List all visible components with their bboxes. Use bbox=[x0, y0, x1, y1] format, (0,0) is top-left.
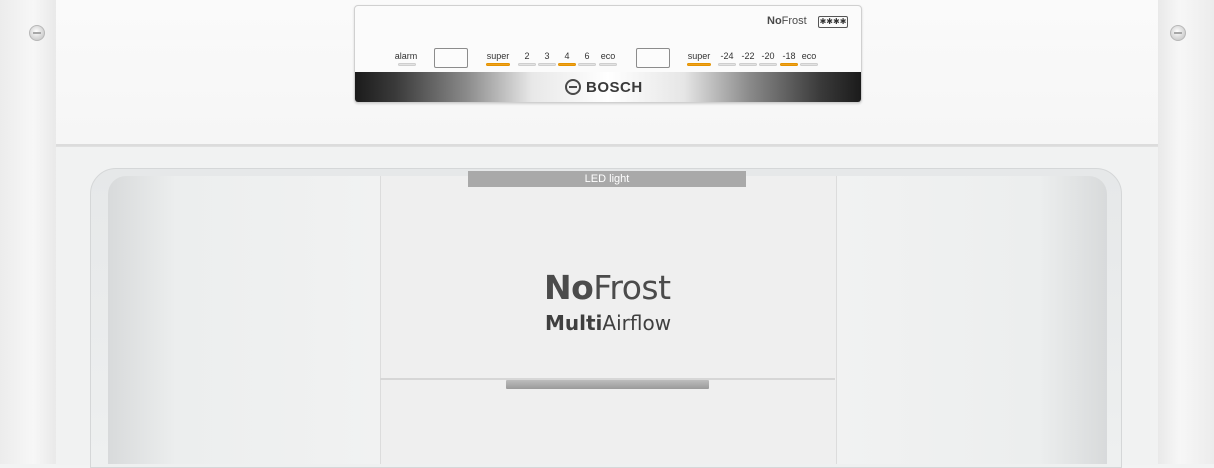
brand-logo: BOSCH bbox=[565, 78, 665, 96]
fridge-setting-indicator bbox=[558, 63, 576, 66]
fridge-setting-indicator bbox=[578, 63, 596, 66]
multiairflow-logo-text: MultiAirflow bbox=[545, 311, 672, 335]
fridge-setting-label: super bbox=[486, 51, 510, 61]
alarm-indicator bbox=[398, 63, 416, 66]
interior-right-wall bbox=[835, 176, 1107, 464]
fridge-setting-label: 6 bbox=[584, 51, 590, 61]
screw-icon bbox=[1170, 25, 1186, 41]
freezer-setting-label: -24 bbox=[720, 51, 734, 61]
alarm-label: alarm bbox=[394, 51, 418, 61]
freezer-setting-indicator bbox=[780, 63, 798, 66]
interior-left-wall bbox=[108, 176, 380, 464]
fridge-setting-label: 4 bbox=[564, 51, 570, 61]
freezer-setting-indicator bbox=[800, 63, 818, 66]
freezer-star-rating-icon: ✱✱✱✱ bbox=[818, 16, 848, 28]
freezer-setting-indicator bbox=[759, 63, 777, 66]
fridge-setting-indicator bbox=[538, 63, 556, 66]
freezer-setting-indicator bbox=[687, 63, 711, 66]
duct-handle bbox=[506, 380, 709, 389]
fridge-setting-label: eco bbox=[600, 51, 616, 61]
bosch-armature-icon bbox=[565, 79, 581, 95]
fridge-frame-right bbox=[1157, 0, 1214, 464]
freezer-setting-label: -20 bbox=[761, 51, 775, 61]
freezer-setting-label: super bbox=[687, 51, 711, 61]
fridge-frame-left bbox=[0, 0, 57, 464]
freezer-setting-label: -22 bbox=[741, 51, 755, 61]
nofrost-logo-text: NoFrost bbox=[544, 268, 671, 307]
fridge-setting-label: 3 bbox=[544, 51, 550, 61]
freezer-setting-indicator bbox=[718, 63, 736, 66]
nofrost-badge: NoFrost bbox=[767, 15, 807, 27]
freezer-setting-indicator bbox=[739, 63, 757, 66]
brand-name: BOSCH bbox=[586, 78, 643, 96]
freezer-temperature-button[interactable] bbox=[636, 48, 670, 68]
fridge-setting-indicator bbox=[599, 63, 617, 66]
screw-icon bbox=[29, 25, 45, 41]
led-light: LED light bbox=[468, 171, 746, 187]
fridge-setting-indicator bbox=[486, 63, 510, 66]
fridge-setting-indicator bbox=[518, 63, 536, 66]
control-panel: NoFrost ✱✱✱✱ alarm super 2 3 4 6 eco sup… bbox=[354, 5, 862, 103]
fridge-temperature-button[interactable] bbox=[434, 48, 468, 68]
freezer-setting-label: eco bbox=[801, 51, 817, 61]
fridge-setting-label: 2 bbox=[524, 51, 530, 61]
freezer-setting-label: -18 bbox=[782, 51, 796, 61]
